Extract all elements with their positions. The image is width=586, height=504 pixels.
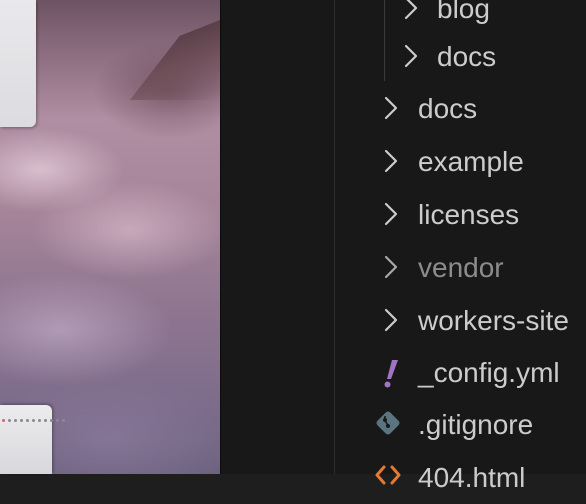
tree-item-workers-site[interactable]: workers-site xyxy=(221,294,586,347)
tree-item-example[interactable]: example xyxy=(221,135,586,188)
tree-item-label: workers-site xyxy=(418,305,569,336)
window-dots xyxy=(2,419,65,422)
tree-item-label: licenses xyxy=(418,199,520,230)
exclamation-icon xyxy=(378,358,404,388)
tree-item-docs[interactable]: docs xyxy=(221,82,586,135)
tree-item-404-html[interactable]: 404.html xyxy=(221,451,586,504)
chevron-right-icon xyxy=(381,253,401,281)
chevron-right-icon xyxy=(401,0,421,22)
tree-item-gitignore[interactable]: .gitignore xyxy=(221,398,586,451)
tree-item-label: docs xyxy=(437,41,497,72)
tree-item-licenses[interactable]: licenses xyxy=(221,188,586,241)
chevron-right-icon xyxy=(401,42,421,70)
chevron-right-icon xyxy=(381,147,401,175)
tree-item-label: docs xyxy=(418,93,478,124)
explorer-sidebar: blog docs docs example licenses vendor w… xyxy=(220,0,586,493)
chevron-right-icon xyxy=(381,94,401,122)
background-window-edge[interactable] xyxy=(0,0,36,127)
tree-item-label: example xyxy=(418,146,524,177)
tree-item-label: 404.html xyxy=(418,462,526,493)
background-window-edge-bottom[interactable] xyxy=(0,405,65,474)
tree-item-label: vendor xyxy=(418,252,504,283)
tree-item-label: .gitignore xyxy=(418,409,534,440)
html-icon xyxy=(374,463,401,493)
chevron-right-icon xyxy=(381,200,401,228)
tree-item-label: blog xyxy=(437,0,490,24)
tree-item-docs-nested[interactable]: docs xyxy=(221,30,586,83)
tree-item-label: _config.yml xyxy=(418,357,560,388)
git-icon xyxy=(374,409,400,439)
chevron-right-icon xyxy=(381,306,401,334)
tree-item-vendor[interactable]: vendor xyxy=(221,241,586,294)
wallpaper-mountain xyxy=(130,20,220,100)
tree-item-config-yml[interactable]: _config.yml xyxy=(221,346,586,399)
desktop-wallpaper xyxy=(0,0,220,474)
